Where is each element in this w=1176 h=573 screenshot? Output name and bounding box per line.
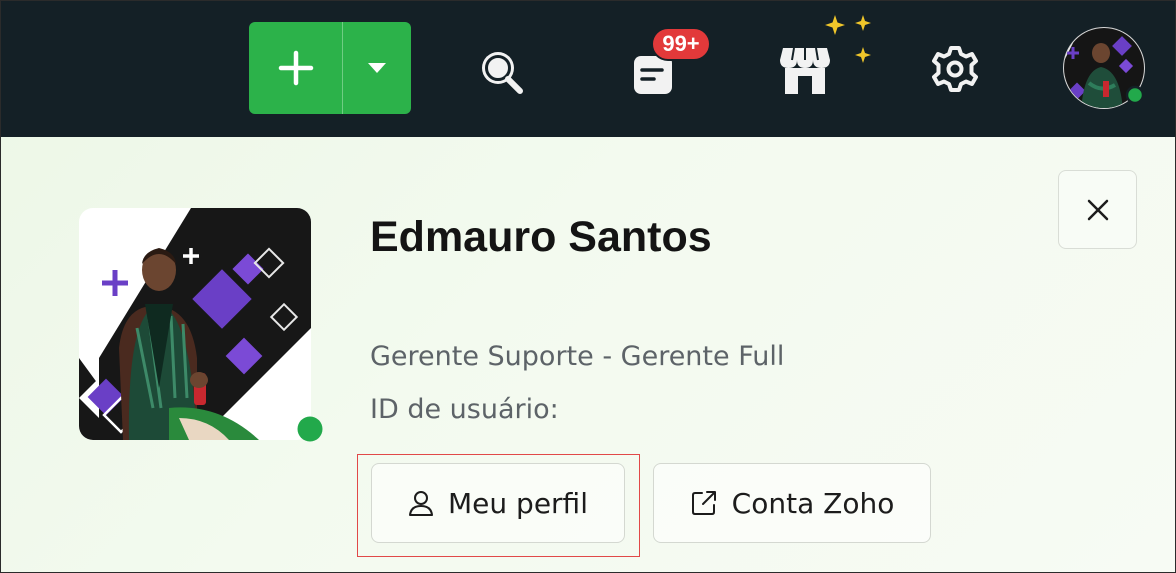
user-avatar-button[interactable]: [1063, 23, 1145, 113]
gear-icon: [932, 46, 978, 92]
avatar: [1063, 27, 1145, 109]
notification-badge: 99+: [651, 27, 711, 61]
user-name: Edmauro Santos: [370, 213, 712, 261]
create-button-group: [249, 22, 411, 114]
top-navigation-bar: 99+: [1, 1, 1175, 137]
close-icon: [1087, 199, 1108, 220]
sparkle-icon: [821, 11, 877, 71]
close-button[interactable]: [1058, 170, 1137, 249]
user-id-label: ID de usuário:: [370, 394, 559, 425]
external-link-icon: [691, 491, 716, 515]
profile-photo: [79, 208, 325, 444]
highlight-box: [357, 454, 640, 557]
zoho-account-button[interactable]: Conta Zoho: [653, 463, 931, 543]
search-icon: [482, 52, 523, 94]
caret-down-icon: [368, 63, 386, 73]
create-dropdown-button[interactable]: [343, 22, 411, 114]
create-button[interactable]: [249, 22, 343, 114]
search-button[interactable]: [471, 41, 535, 105]
zoho-account-label: Conta Zoho: [731, 486, 895, 520]
settings-button[interactable]: [927, 41, 983, 97]
plus-icon: [278, 50, 313, 86]
app-frame: 99+ Edmauro Santos Gerente Suporte - Ger…: [0, 0, 1176, 573]
user-role: Gerente Suporte - Gerente Full: [370, 341, 785, 372]
